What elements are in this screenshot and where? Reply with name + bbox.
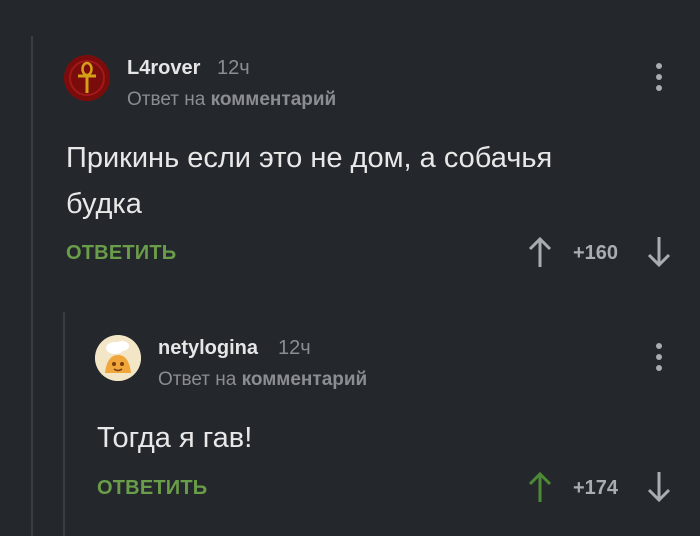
reply-prefix: Ответ на (158, 369, 237, 390)
reply-target-link[interactable]: комментарий (211, 89, 337, 110)
score: +174 (573, 477, 619, 499)
cartoon-avatar-icon (95, 335, 141, 381)
username[interactable]: L4rover (127, 57, 200, 80)
comment-text: Тогда я гав! (97, 422, 253, 454)
comment: L4rover 12ч Ответ на комментарий Прикинь… (0, 0, 700, 290)
reply-target-link[interactable]: комментарий (242, 369, 368, 390)
ankh-icon (64, 55, 110, 101)
comment-thread: L4rover 12ч Ответ на комментарий Прикинь… (0, 0, 700, 536)
username[interactable]: netylogina (158, 337, 258, 360)
more-options-icon[interactable] (652, 63, 666, 97)
reply-button[interactable]: ОТВЕТИТЬ (97, 477, 207, 500)
timestamp: 12ч (217, 57, 250, 79)
reply-meta: Ответ на комментарий (158, 369, 367, 391)
upvote-arrow-icon[interactable] (527, 470, 553, 504)
avatar[interactable] (95, 335, 141, 381)
comment-reply: netylogina 12ч Ответ на комментарий Тогд… (0, 290, 700, 536)
reply-prefix: Ответ на (127, 89, 206, 110)
upvote-arrow-icon[interactable] (527, 235, 553, 269)
avatar[interactable] (64, 55, 110, 101)
score: +160 (573, 242, 619, 264)
reply-meta: Ответ на комментарий (127, 89, 336, 111)
reply-button[interactable]: ОТВЕТИТЬ (66, 242, 176, 265)
timestamp: 12ч (278, 337, 311, 359)
downvote-arrow-icon[interactable] (646, 470, 672, 504)
more-options-icon[interactable] (652, 343, 666, 377)
downvote-arrow-icon[interactable] (646, 235, 672, 269)
comment-text: Прикинь если это не дом, а собачья будка (66, 142, 553, 220)
